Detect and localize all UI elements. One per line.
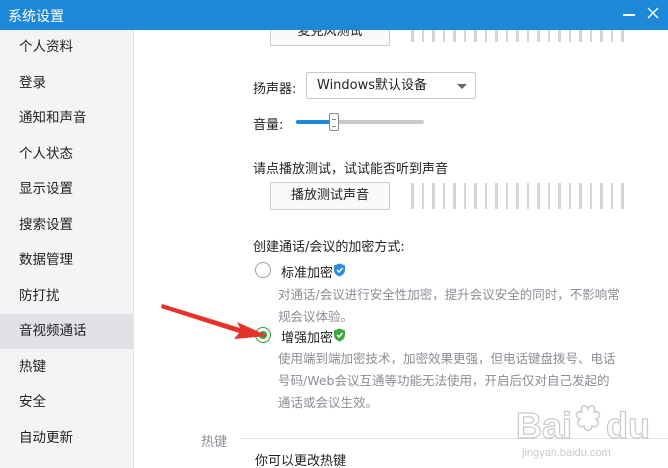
settings-sidebar: 个人资料 登录 通知和声音 个人状态 显示设置 搜索设置 数据管理 防打扰 音视… xyxy=(0,30,134,468)
sidebar-item-display[interactable]: 显示设置 xyxy=(0,172,133,207)
speaker-level-meter xyxy=(411,183,624,209)
sidebar-item-updates[interactable]: 自动更新 xyxy=(0,421,133,456)
sidebar-item-dnd[interactable]: 防打扰 xyxy=(0,279,133,314)
watermark-url: jingyan.baidu.com xyxy=(522,447,611,459)
chevron-down-icon xyxy=(457,84,467,89)
settings-content: 麦克风测试 扬声器: Windows默认设备 音量: 请点播放测试，试试能否听到… xyxy=(135,30,668,468)
playback-test-hint: 请点播放测试，试试能否听到声音 xyxy=(253,162,449,177)
annotation-arrow-icon xyxy=(161,304,268,339)
sidebar-item-hotkeys[interactable]: 热键 xyxy=(0,350,133,385)
standard-encryption-radio[interactable] xyxy=(255,262,271,278)
shield-icon xyxy=(334,328,345,342)
close-icon xyxy=(647,7,659,19)
speaker-select[interactable]: Windows默认设备 xyxy=(306,72,476,99)
minimize-icon xyxy=(623,14,635,16)
sidebar-item-login[interactable]: 登录 xyxy=(0,66,133,101)
mic-test-button[interactable]: 麦克风测试 xyxy=(270,30,390,46)
sidebar-item-notifications[interactable]: 通知和声音 xyxy=(0,101,133,136)
svg-text:du: du xyxy=(606,405,650,446)
sidebar-item-data[interactable]: 数据管理 xyxy=(0,243,133,278)
volume-thumb[interactable] xyxy=(329,113,339,131)
description-line: 使用端到端加密技术，加密效果更强，但电话键盘拨号、电话 xyxy=(278,351,616,366)
volume-slider[interactable] xyxy=(296,112,424,132)
enhanced-encryption-label: 增强加密 xyxy=(281,331,334,346)
hotkey-hint: 你可以更改热键 xyxy=(255,454,347,468)
play-test-button[interactable]: 播放测试声音 xyxy=(270,182,390,210)
description-line: 号码/Web会议互通等功能无法使用，开启后仅对自己发起的 xyxy=(278,373,610,388)
shield-icon xyxy=(334,263,345,277)
window-title: 系统设置 xyxy=(8,9,64,25)
title-bar: 系统设置 xyxy=(0,0,668,30)
sidebar-item-status[interactable]: 个人状态 xyxy=(0,137,133,172)
close-button[interactable] xyxy=(640,0,666,26)
sidebar-item-profile[interactable]: 个人资料 xyxy=(0,30,133,65)
sidebar-item-search[interactable]: 搜索设置 xyxy=(0,208,133,243)
sidebar-item-av-call[interactable]: 音视频通话 xyxy=(0,314,133,349)
sidebar-item-security[interactable]: 安全 xyxy=(0,385,133,420)
volume-label: 音量: xyxy=(253,118,284,133)
speaker-selected-value: Windows默认设备 xyxy=(317,78,428,93)
standard-encryption-label: 标准加密 xyxy=(281,266,334,281)
minimize-button[interactable] xyxy=(616,0,642,26)
encryption-heading: 创建通话/会议的加密方式: xyxy=(253,240,405,255)
baidu-jingyan-watermark: Bai du jingyan.baidu.com xyxy=(510,390,660,464)
description-line: 对通话/会议进行安全性加密，提升会议安全的同时，不影响常 xyxy=(278,287,620,302)
description-line: 规会议体验。 xyxy=(278,309,354,324)
mic-level-meter xyxy=(411,30,624,42)
svg-text:Bai: Bai xyxy=(516,405,572,446)
speaker-label: 扬声器: xyxy=(253,82,297,97)
hotkey-section-label: 热键 xyxy=(201,435,228,450)
standard-encryption-description: 对通话/会议进行安全性加密，提升会议安全的同时，不影响常 规会议体验。 xyxy=(278,284,620,328)
